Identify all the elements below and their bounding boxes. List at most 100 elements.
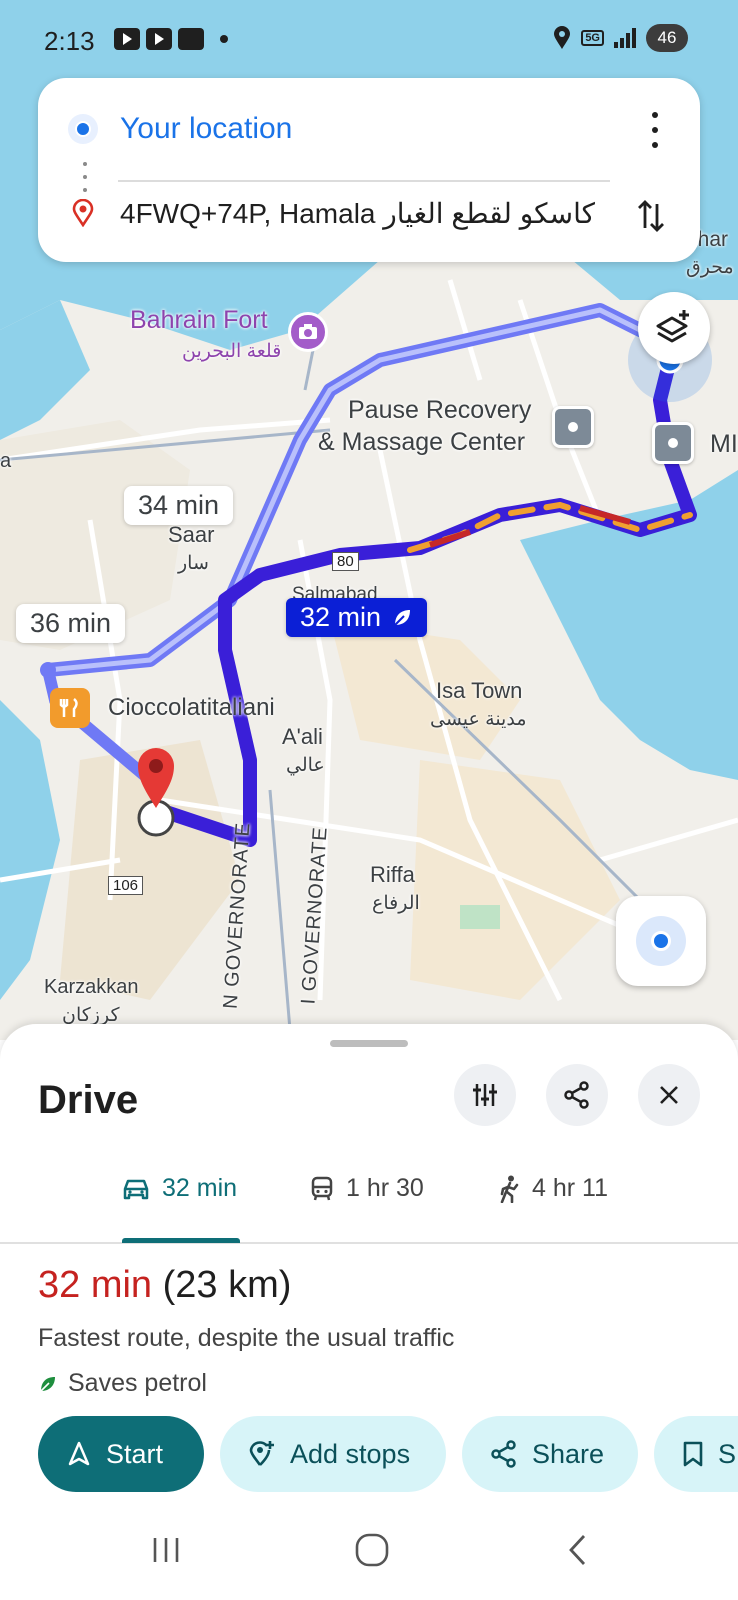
eco-label: Saves petrol [68, 1369, 207, 1397]
tab-walk[interactable]: 4 hr 11 [498, 1174, 608, 1203]
home-icon [355, 1533, 389, 1567]
sheet-title: Drive [38, 1078, 139, 1122]
action-buttons: Start Add stops Share S [38, 1416, 738, 1492]
map-label-saar: Saar [168, 522, 215, 547]
route-time-selected[interactable]: 32 min [286, 598, 428, 637]
share-route-button[interactable] [546, 1064, 608, 1126]
network-type: 5G [581, 30, 604, 46]
add-location-icon [249, 1441, 274, 1466]
map-label-pause-recovery-1[interactable]: Pause Recovery [348, 396, 531, 425]
poi-marker-icon[interactable] [552, 406, 594, 448]
home-icon [178, 28, 204, 50]
sheet-drag-handle[interactable] [330, 1040, 408, 1047]
youtube-icon [114, 28, 140, 50]
road-shield-80: 80 [332, 552, 359, 571]
origin-label: Your location [120, 112, 293, 145]
origin-field[interactable]: Your location [68, 104, 670, 154]
car-icon [123, 1179, 149, 1199]
route-distance: (23 km) [162, 1264, 292, 1306]
destination-pin-icon [68, 198, 98, 228]
tune-icon [473, 1084, 497, 1106]
recents-icon [153, 1538, 179, 1562]
map-label-bahrain-fort[interactable]: Bahrain Fort [130, 306, 268, 335]
tab-drive-label: 32 min [162, 1174, 238, 1202]
map-label-pause-recovery-2[interactable]: & Massage Center [318, 428, 525, 457]
walk-icon [500, 1175, 519, 1203]
home-button[interactable] [342, 1520, 402, 1580]
origin-dot-icon [68, 114, 98, 144]
map-label-riffa-ar: الرفاع [372, 893, 420, 914]
eco-leaf-icon [394, 609, 411, 626]
map-label-aali-ar: عالي [286, 755, 325, 776]
swap-icon[interactable] [636, 198, 666, 234]
more-options-icon[interactable] [640, 112, 670, 148]
route-time-alt-1[interactable]: 34 min [124, 486, 234, 525]
map-label-mi: MI [710, 430, 738, 458]
save-button[interactable]: S [654, 1416, 738, 1492]
camera-icon[interactable] [288, 312, 328, 352]
system-nav-bar [0, 1500, 738, 1600]
travel-mode-tabs: 32 min 1 hr 30 4 hr 11 [0, 1144, 738, 1244]
map-label-edge-a: a [0, 450, 12, 472]
map-label-isa-town-ar: مدينة عيسى [430, 709, 527, 730]
start-button[interactable]: Start [38, 1416, 204, 1492]
route-options-button[interactable] [454, 1064, 516, 1126]
signal-icon [614, 28, 636, 48]
map-label-muharraq-ar: محرق [686, 257, 734, 278]
destination-field[interactable]: 4FWQ+74P, Hamala كاسكو لقطع الغيار [68, 188, 670, 238]
map-label-saar-ar: سار [178, 553, 209, 574]
back-button[interactable] [548, 1520, 608, 1580]
route-description: Fastest route, despite the usual traffic [38, 1324, 455, 1352]
close-button[interactable] [638, 1064, 700, 1126]
destination-label: 4FWQ+74P, Hamala كاسكو لقطع الغيار [120, 197, 595, 229]
route-duration: 32 min [38, 1264, 153, 1306]
leaf-icon [40, 1376, 55, 1392]
location-status-icon [554, 26, 571, 49]
share-button[interactable]: Share [462, 1416, 638, 1492]
status-bar: 2:13 5G 46 [0, 0, 738, 80]
transit-icon [311, 1176, 333, 1200]
directions-card: Your location 4FWQ+74P, Hamala كاسكو لقط… [38, 78, 700, 262]
tab-transit-label: 1 hr 30 [346, 1174, 424, 1202]
map-label-aali: A'ali [282, 724, 323, 749]
add-stops-button[interactable]: Add stops [220, 1416, 446, 1492]
layers-icon [656, 310, 689, 343]
route-summary: 32 min (23 km) [38, 1264, 291, 1307]
status-right: 5G 46 [553, 24, 688, 52]
tab-walk-label: 4 hr 11 [532, 1174, 608, 1202]
map-label-karzakkan: Karzakkan [44, 976, 139, 998]
back-icon [569, 1535, 586, 1565]
road-shield-106: 106 [108, 876, 144, 895]
field-divider [118, 180, 610, 182]
youtube-icon [146, 28, 172, 50]
save-label: S [718, 1438, 737, 1469]
status-time: 2:13 [44, 26, 95, 56]
navigation-arrow-icon [68, 1441, 90, 1466]
battery-indicator: 46 [646, 24, 688, 52]
notification-icons [114, 28, 228, 50]
route-time-alt-2[interactable]: 36 min [16, 604, 126, 643]
share-icon [491, 1440, 516, 1468]
tab-transit[interactable]: 1 hr 30 [310, 1174, 424, 1203]
tab-drive[interactable]: 32 min [122, 1174, 237, 1203]
map-label-cioccolatitaliani[interactable]: Cioccolatitaliani [108, 694, 275, 722]
map-label-riffa: Riffa [370, 862, 415, 887]
share-icon [564, 1081, 589, 1109]
bookmark-icon [683, 1441, 703, 1467]
layers-button[interactable] [638, 292, 710, 364]
map-label-bahrain-fort-ar: قلعة البحرين [182, 341, 282, 362]
close-icon [660, 1086, 678, 1104]
more-notifications-dot [220, 35, 228, 43]
my-location-button[interactable] [616, 896, 706, 986]
add-stops-label: Add stops [290, 1438, 411, 1469]
restaurant-icon[interactable] [50, 688, 90, 728]
eco-note: Saves petrol [38, 1369, 207, 1398]
poi-marker-icon[interactable] [652, 422, 694, 464]
start-label: Start [106, 1438, 164, 1469]
share-label: Share [532, 1438, 605, 1469]
my-location-icon [636, 916, 686, 966]
recent-apps-button[interactable] [136, 1520, 196, 1580]
route-time-selected-label: 32 min [300, 602, 382, 632]
map-label-isa-town: Isa Town [436, 678, 523, 703]
active-tab-indicator [122, 1238, 240, 1243]
